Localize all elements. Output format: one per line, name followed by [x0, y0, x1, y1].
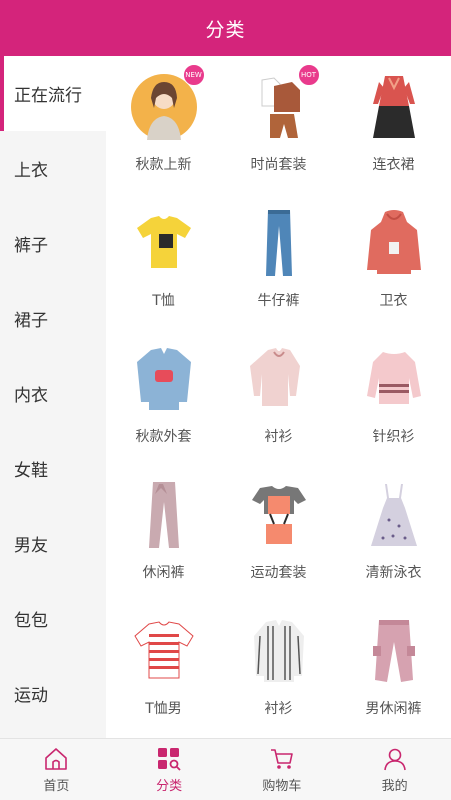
- denim-jacket-icon: [125, 340, 203, 418]
- floral-dress-icon: [355, 476, 433, 554]
- category-label: 衬衫: [264, 429, 293, 445]
- knit-sweater-icon: [355, 340, 433, 418]
- sidebar-item-pants[interactable]: 裤子: [0, 206, 106, 281]
- sidebar-item-label: 上衣: [14, 161, 48, 181]
- product-category-grid: NEW 秋款上新 HOT 时尚套装 连衣裙 T恤 牛仔裤 卫衣 秋款外套 衬衫 …: [106, 56, 451, 738]
- category-tile[interactable]: 牛仔裤: [221, 204, 336, 340]
- outfit-set-icon: HOT: [240, 64, 320, 146]
- girl-portrait-icon: NEW: [125, 64, 205, 146]
- cart-icon: [270, 748, 293, 769]
- category-tile[interactable]: 连衣裙: [336, 68, 451, 204]
- hoodie-icon: [355, 204, 433, 282]
- category-tile[interactable]: 衬衫: [221, 612, 336, 748]
- home-icon: [45, 747, 68, 770]
- page-title: 分类: [205, 18, 246, 41]
- sidebar-item-label: 运动: [14, 686, 48, 706]
- sidebar-item-boyfriend[interactable]: 男友: [0, 506, 106, 581]
- category-tile[interactable]: NEW 秋款上新: [106, 64, 221, 204]
- category-tile[interactable]: 清新泳衣: [336, 476, 451, 612]
- category-label: 牛仔裤: [257, 293, 300, 309]
- category-label: 连衣裙: [372, 157, 415, 173]
- category-tile[interactable]: T恤: [106, 204, 221, 340]
- tshirt-icon: [125, 204, 203, 282]
- tab-home[interactable]: 首页: [0, 739, 113, 800]
- blouse-icon: [240, 340, 318, 418]
- category-tile[interactable]: T恤男: [106, 612, 221, 748]
- tab-label: 购物车: [262, 778, 302, 794]
- dress-icon: [355, 68, 433, 146]
- category-label: T恤男: [145, 701, 182, 717]
- sidebar-item-trending[interactable]: 正在流行: [0, 56, 106, 131]
- category-label: 清新泳衣: [365, 565, 422, 581]
- category-tile[interactable]: 休闲裤: [106, 476, 221, 612]
- sidebar-item-label: 女鞋: [14, 461, 48, 481]
- sidebar-item-womens-shoes[interactable]: 女鞋: [0, 431, 106, 506]
- category-icon: [158, 747, 181, 771]
- category-tile[interactable]: 针织衫: [336, 340, 451, 476]
- jeans-icon: [240, 204, 318, 282]
- sidebar-item-label: 正在流行: [14, 86, 82, 106]
- category-label: 针织衫: [372, 429, 415, 445]
- category-label: 衬衫: [264, 701, 293, 717]
- sidebar-item-label: 男友: [14, 536, 48, 556]
- category-tile[interactable]: 男休闲裤: [336, 612, 451, 748]
- new-badge: NEW: [182, 64, 205, 86]
- tab-label: 首页: [43, 778, 70, 794]
- category-label: 时尚套装: [250, 157, 307, 173]
- sidebar-item-label: 包包: [14, 611, 48, 631]
- category-label: 秋款上新: [135, 157, 192, 173]
- category-label: 运动套装: [250, 565, 307, 581]
- category-label: 休闲裤: [142, 565, 185, 581]
- tab-label: 分类: [156, 778, 183, 794]
- tab-cart[interactable]: 购物车: [226, 739, 339, 800]
- category-tile[interactable]: 卫衣: [336, 204, 451, 340]
- sidebar-item-label: 裙子: [14, 311, 48, 331]
- sidebar-item-bags[interactable]: 包包: [0, 581, 106, 656]
- category-label: T恤: [152, 293, 175, 309]
- category-tile[interactable]: 衬衫: [221, 340, 336, 476]
- tab-category[interactable]: 分类: [113, 739, 226, 800]
- user-icon: [383, 748, 406, 770]
- striped-shirt-icon: [240, 612, 318, 690]
- category-label: 秋款外套: [135, 429, 192, 445]
- striped-tee-icon: [125, 612, 203, 690]
- sidebar-item-label: 裤子: [14, 236, 48, 256]
- category-label: 男休闲裤: [365, 701, 422, 717]
- sidebar-item-sports[interactable]: 运动: [0, 656, 106, 731]
- jogger-pants-icon: [355, 612, 433, 690]
- app-header: 分类: [0, 0, 451, 56]
- tab-profile[interactable]: 我的: [338, 739, 451, 800]
- sidebar-item-skirts[interactable]: 裙子: [0, 281, 106, 356]
- sidebar-item-underwear[interactable]: 内衣: [0, 356, 106, 431]
- category-tile[interactable]: 运动套装: [221, 476, 336, 612]
- casual-pants-icon: [125, 476, 203, 554]
- sidebar-item-label: 内衣: [14, 386, 48, 406]
- sidebar-item-tops[interactable]: 上衣: [0, 131, 106, 206]
- hot-badge: HOT: [297, 64, 320, 86]
- category-sidebar: 正在流行 上衣 裤子 裙子 内衣 女鞋 男友 包包 运动: [0, 56, 106, 738]
- bottom-tab-bar: 首页 分类 购物车 我的: [0, 738, 451, 800]
- category-screen: 分类 正在流行 上衣 裤子 裙子 内衣 女鞋 男友 包包 运动 NEW 秋款上新: [0, 0, 451, 800]
- tab-label: 我的: [381, 778, 408, 794]
- sport-set-icon: [240, 476, 318, 554]
- category-tile[interactable]: 秋款外套: [106, 340, 221, 476]
- category-tile[interactable]: HOT 时尚套装: [221, 64, 336, 204]
- category-label: 卫衣: [379, 293, 408, 309]
